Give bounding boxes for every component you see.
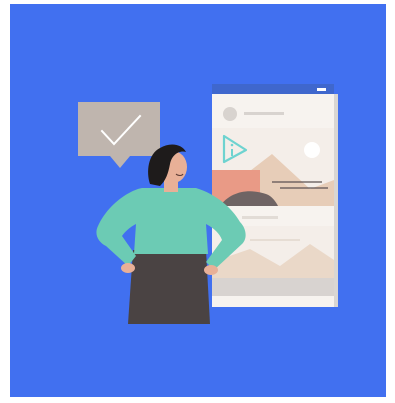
sun-icon: [304, 142, 320, 158]
illustration-canvas: [10, 4, 386, 397]
social-feed-illustration: [10, 4, 386, 397]
browser-footer: [212, 296, 334, 307]
person-right-hand: [204, 265, 218, 275]
avatar-icon: [223, 107, 237, 121]
play-icon-dot: [230, 143, 234, 147]
post-caption-line: [242, 216, 278, 219]
profile-name-line: [244, 112, 284, 115]
person-pants: [128, 250, 210, 324]
browser-window: [212, 84, 338, 307]
person-left-hand: [121, 263, 135, 273]
post-image-landscape: [212, 128, 334, 206]
browser-titlebar-button: [317, 88, 326, 91]
browser-titlebar: [212, 84, 334, 94]
